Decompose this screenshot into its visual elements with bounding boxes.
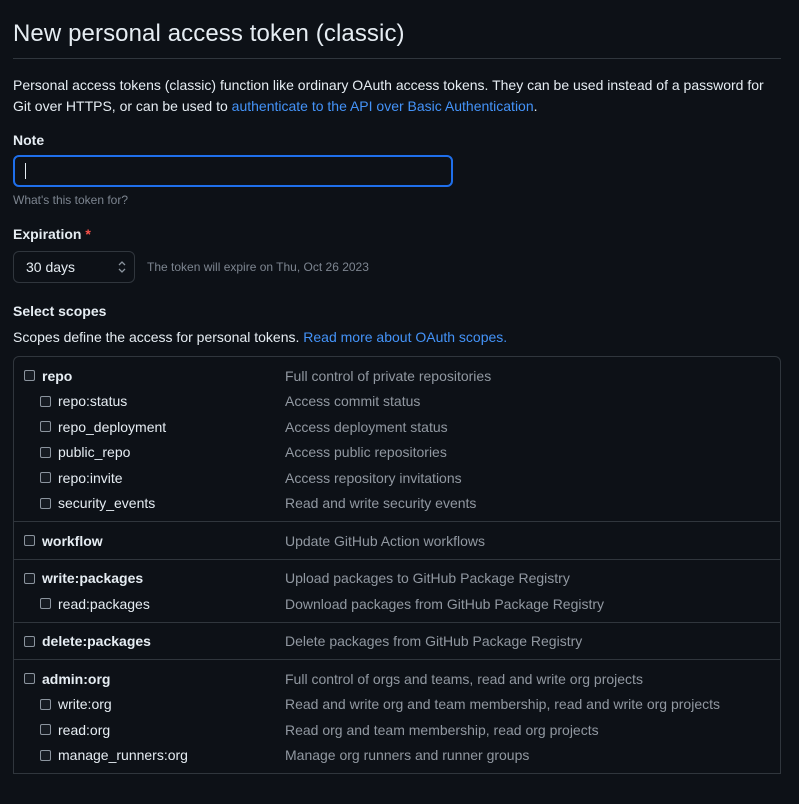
note-label: Note [13,132,45,148]
oauth-scopes-link[interactable]: Read more about OAuth scopes. [303,329,507,345]
scope-description: Access public repositories [285,444,447,461]
scope-group: repo Full control of private repositories… [14,357,780,522]
expiration-label-text: Expiration [13,226,82,242]
expiration-selected-value: 30 days [26,259,76,275]
scope-row-child: read:org Read org and team membership, re… [14,717,780,743]
scope-description: Access deployment status [285,418,448,435]
scope-description: Read and write org and team membership, … [285,696,720,713]
intro-suffix: . [533,98,538,114]
scope-name: read:packages [58,595,150,612]
intro-text: Personal access tokens (classic) functio… [13,75,783,117]
scope-checkbox[interactable] [40,472,51,484]
scopes-list: repo Full control of private repositories… [13,356,781,774]
scope-name: workflow [42,532,103,549]
note-input[interactable] [13,155,453,187]
scope-checkbox[interactable] [24,535,35,547]
scope-name: repo [42,367,73,384]
scope-group: workflow Update GitHub Action workflows [14,522,780,560]
expiration-select[interactable]: 30 days [13,251,135,283]
scope-checkbox[interactable] [40,395,51,407]
scope-group: delete:packages Delete packages from GitH… [14,623,780,660]
scope-row-parent: delete:packages Delete packages from GitH… [14,629,780,655]
scope-row-child: write:org Read and write org and team mem… [14,692,780,718]
scope-group: admin:org Full control of orgs and teams,… [14,660,780,774]
select-arrows-icon [118,261,126,273]
scope-checkbox[interactable] [40,497,51,509]
expiration-row: 30 days The token will expire on Thu, Oc… [13,251,781,283]
scope-checkbox[interactable] [24,673,35,685]
scope-checkbox[interactable] [40,421,51,433]
scope-description: Read org and team membership, read org p… [285,721,599,738]
scope-checkbox[interactable] [40,749,51,761]
scope-row-child: repo:invite Access repository invitations [14,465,780,491]
token-form-page: New personal access token (classic) Pers… [0,0,799,804]
scope-checkbox[interactable] [24,635,35,647]
scope-description: Manage org runners and runner groups [285,747,530,764]
scope-description: Delete packages from GitHub Package Regi… [285,633,583,650]
expiration-note: The token will expire on Thu, Oct 26 202… [147,260,369,274]
scopes-label: Select scopes [13,303,107,319]
scope-description: Access repository invitations [285,469,462,486]
scope-row-child: manage_runners:org Manage org runners and… [14,743,780,769]
scope-name: read:org [58,721,111,738]
scope-row-child: repo_deployment Access deployment status [14,414,780,440]
scope-checkbox[interactable] [24,370,35,382]
scope-name: delete:packages [42,633,151,650]
scope-row-parent: repo Full control of private repositories [14,363,780,389]
note-hint: What's this token for? [13,193,129,207]
scope-description: Download packages from GitHub Package Re… [285,595,605,612]
basic-auth-link[interactable]: authenticate to the API over Basic Authe… [232,98,534,114]
page-title: New personal access token (classic) [13,20,405,47]
scopes-desc-text: Scopes define the access for personal to… [13,329,304,345]
scope-name: repo:status [58,393,128,410]
scope-description: Access commit status [285,393,421,410]
scope-checkbox[interactable] [40,598,51,610]
scope-row-child: read:packages Download packages from GitH… [14,591,780,617]
scope-name: repo:invite [58,469,123,486]
scope-row-parent: admin:org Full control of orgs and teams,… [14,666,780,692]
scope-checkbox[interactable] [24,572,35,584]
scope-description: Upload packages to GitHub Package Regist… [285,570,570,587]
scope-row-parent: write:packages Upload packages to GitHub … [14,566,780,592]
scope-row-child: security_events Read and write security e… [14,491,780,517]
scope-row-parent: workflow Update GitHub Action workflows [14,528,780,554]
scope-name: write:org [58,696,112,713]
scope-description: Full control of private repositories [285,367,492,384]
scope-name: write:packages [42,570,144,587]
text-caret [25,163,26,179]
scope-description: Full control of orgs and teams, read and… [285,670,643,687]
scope-checkbox[interactable] [40,724,51,736]
scope-row-child: repo:status Access commit status [14,389,780,415]
scope-description: Update GitHub Action workflows [285,532,485,549]
scope-name: manage_runners:org [58,747,188,764]
scopes-description: Scopes define the access for personal to… [13,329,781,345]
scope-group: write:packages Upload packages to GitHub … [14,560,780,623]
required-mark: * [85,226,91,242]
scope-name: security_events [58,495,156,512]
scope-name: public_repo [58,444,131,461]
scope-row-child: public_repo Access public repositories [14,440,780,466]
scope-name: admin:org [42,670,111,687]
scope-checkbox[interactable] [40,446,51,458]
scope-name: repo_deployment [58,418,167,435]
title-divider [13,58,781,59]
scope-description: Read and write security events [285,495,477,512]
scope-checkbox[interactable] [40,698,51,710]
expiration-label: Expiration * [13,226,781,242]
